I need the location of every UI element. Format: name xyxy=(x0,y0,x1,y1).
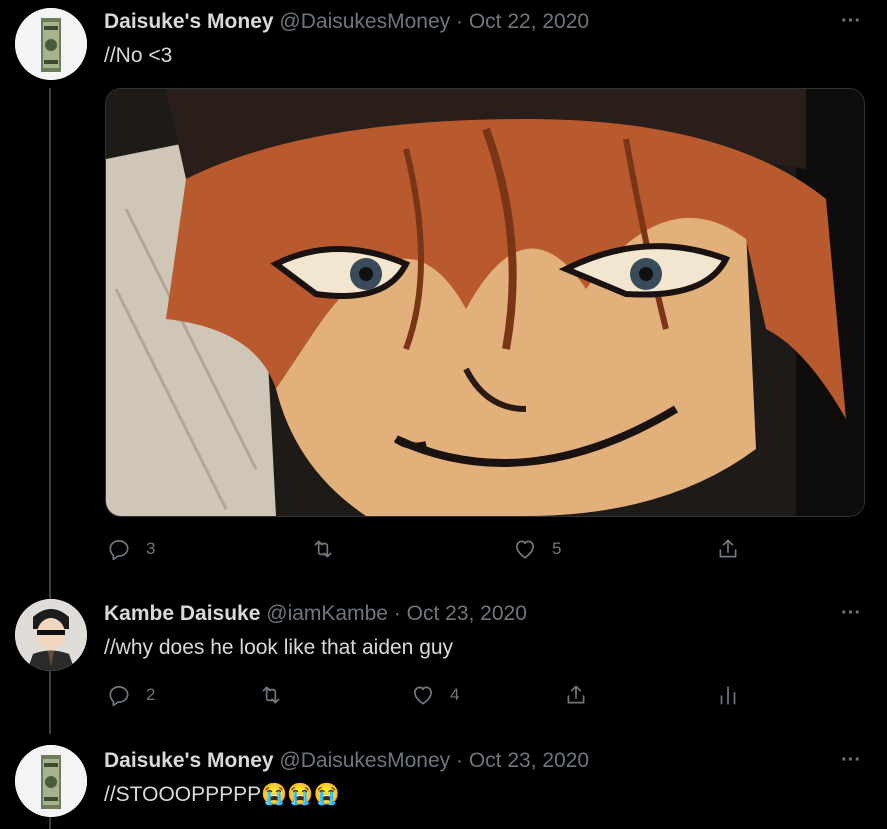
tweet-text: //STOOOPPPPP😭😭😭 xyxy=(104,783,340,806)
display-name[interactable]: Daisuke's Money xyxy=(104,10,274,33)
reply-count: 3 xyxy=(146,539,156,558)
like-button[interactable]: 4 xyxy=(410,682,459,708)
heart-icon xyxy=(414,686,432,705)
more-options-icon[interactable]: ··· xyxy=(841,603,861,623)
retweet-button[interactable] xyxy=(258,682,284,708)
avatar[interactable] xyxy=(15,8,87,80)
separator: · xyxy=(455,10,463,33)
share-button[interactable] xyxy=(715,536,741,562)
tweet[interactable]: Daisuke's Money @DaisukesMoney · Oct 22,… xyxy=(0,0,887,580)
like-button[interactable]: 5 xyxy=(512,536,561,562)
like-count: 4 xyxy=(450,685,460,704)
user-handle[interactable]: @DaisukesMoney xyxy=(279,10,450,33)
timestamp[interactable]: Oct 22, 2020 xyxy=(469,10,589,33)
reply-count: 2 xyxy=(146,685,156,704)
timestamp[interactable]: Oct 23, 2020 xyxy=(407,602,527,625)
share-button[interactable] xyxy=(563,682,589,708)
avatar[interactable] xyxy=(15,599,87,671)
analytics-icon xyxy=(720,686,736,705)
reply-icon xyxy=(109,540,129,561)
user-handle[interactable]: @DaisukesMoney xyxy=(279,749,450,772)
analytics-button[interactable] xyxy=(715,682,741,708)
retweet-icon xyxy=(262,686,280,704)
user-handle[interactable]: @iamKambe xyxy=(266,602,388,625)
timestamp[interactable]: Oct 23, 2020 xyxy=(469,749,589,772)
separator: · xyxy=(455,749,463,772)
tweet-media-image[interactable] xyxy=(105,88,865,517)
tweet-header: Daisuke's Money @DaisukesMoney · Oct 23,… xyxy=(104,749,589,773)
tweet-text: //why does he look like that aiden guy xyxy=(104,636,454,659)
like-count: 5 xyxy=(552,539,562,558)
retweet-button[interactable] xyxy=(310,536,336,562)
more-options-icon[interactable]: ··· xyxy=(841,750,861,770)
display-name[interactable]: Daisuke's Money xyxy=(104,749,274,772)
heart-icon xyxy=(516,540,534,559)
more-options-icon[interactable]: ··· xyxy=(841,11,861,31)
retweet-icon xyxy=(314,540,332,558)
reply-button[interactable]: 2 xyxy=(106,682,155,708)
tweet-header: Daisuke's Money @DaisukesMoney · Oct 22,… xyxy=(104,10,589,34)
share-icon xyxy=(567,685,585,704)
tweet[interactable]: Daisuke's Money @DaisukesMoney · Oct 23,… xyxy=(0,728,887,829)
reply-icon xyxy=(109,686,129,707)
separator: · xyxy=(393,602,401,625)
tweet-header: Kambe Daisuke @iamKambe · Oct 23, 2020 xyxy=(104,602,527,626)
reply-button[interactable]: 3 xyxy=(106,536,155,562)
display-name[interactable]: Kambe Daisuke xyxy=(104,602,260,625)
tweet[interactable]: Kambe Daisuke @iamKambe · Oct 23, 2020 ·… xyxy=(0,580,887,728)
tweet-text: //No <3 xyxy=(104,44,173,67)
avatar[interactable] xyxy=(15,745,87,817)
share-icon xyxy=(719,539,737,558)
